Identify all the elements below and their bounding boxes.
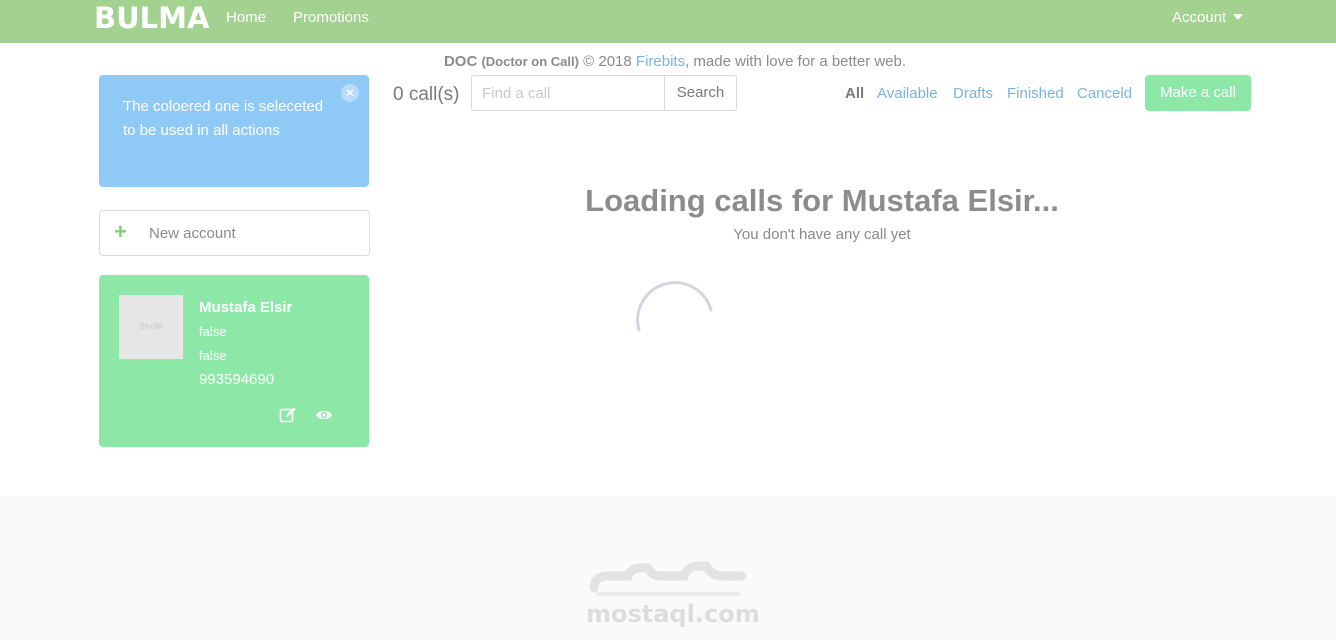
new-account-button[interactable]: + New account [99,210,370,256]
watermark-text: mostaql.com [586,600,760,628]
nav-promotions-link[interactable]: Promotions [293,0,369,36]
account-field-1: false [199,324,227,339]
nav-home-link[interactable]: Home [226,0,266,36]
account-label: Account [1172,9,1227,26]
avatar-placeholder-text: 96×96 [139,322,163,331]
filter-finished[interactable]: Finished [1007,83,1064,105]
close-icon[interactable]: × [341,84,359,102]
filter-available[interactable]: Available [877,83,938,105]
search-input[interactable] [471,75,665,111]
info-notification: × The coloered one is seleceted to be us… [99,75,369,187]
empty-state-text: You don't have any call yet [733,226,911,243]
footer-tagline: , made with love for a better web. [685,53,907,70]
edit-icon[interactable] [279,406,297,424]
footer-copyright: © 2018 [583,53,632,70]
footer-firebits-link[interactable]: Firebits [636,53,685,70]
account-card[interactable]: 96×96 Mustafa Elsir false false 99359469… [99,275,369,447]
avatar: 96×96 [119,295,183,359]
account-name: Mustafa Elsir [199,299,293,316]
calls-count: 0 call(s) [393,84,460,105]
account-field-2: false [199,348,227,363]
loading-spinner-icon [636,281,713,332]
footer-brand: DOC [443,53,478,70]
eye-icon[interactable] [315,406,333,424]
caret-down-icon [1233,14,1244,20]
filter-canceld[interactable]: Canceld [1077,83,1132,105]
loading-title: Loading calls for Mustafa Elsir... [585,183,1059,218]
filter-all[interactable]: All [845,83,864,105]
notification-text: The coloered one is seleceted to be used… [123,98,324,139]
account-phone: 993594690 [199,371,275,388]
new-account-label: New account [149,225,236,242]
watermark-logo-icon [589,561,747,596]
plus-icon: + [114,219,127,244]
make-call-button[interactable]: Make a call [1145,75,1251,111]
footer-text: DOC (Doctor on Call) © 2018 Firebits, ma… [0,52,1336,72]
brand-logo[interactable]: BULMA [94,2,209,34]
footer-brand-full: (Doctor on Call) [481,54,579,69]
top-navbar: BULMA Home Promotions Account [0,0,1336,43]
search-button[interactable]: Search [664,75,737,111]
filter-drafts[interactable]: Drafts [953,83,993,105]
account-dropdown[interactable]: Account [1172,0,1244,36]
